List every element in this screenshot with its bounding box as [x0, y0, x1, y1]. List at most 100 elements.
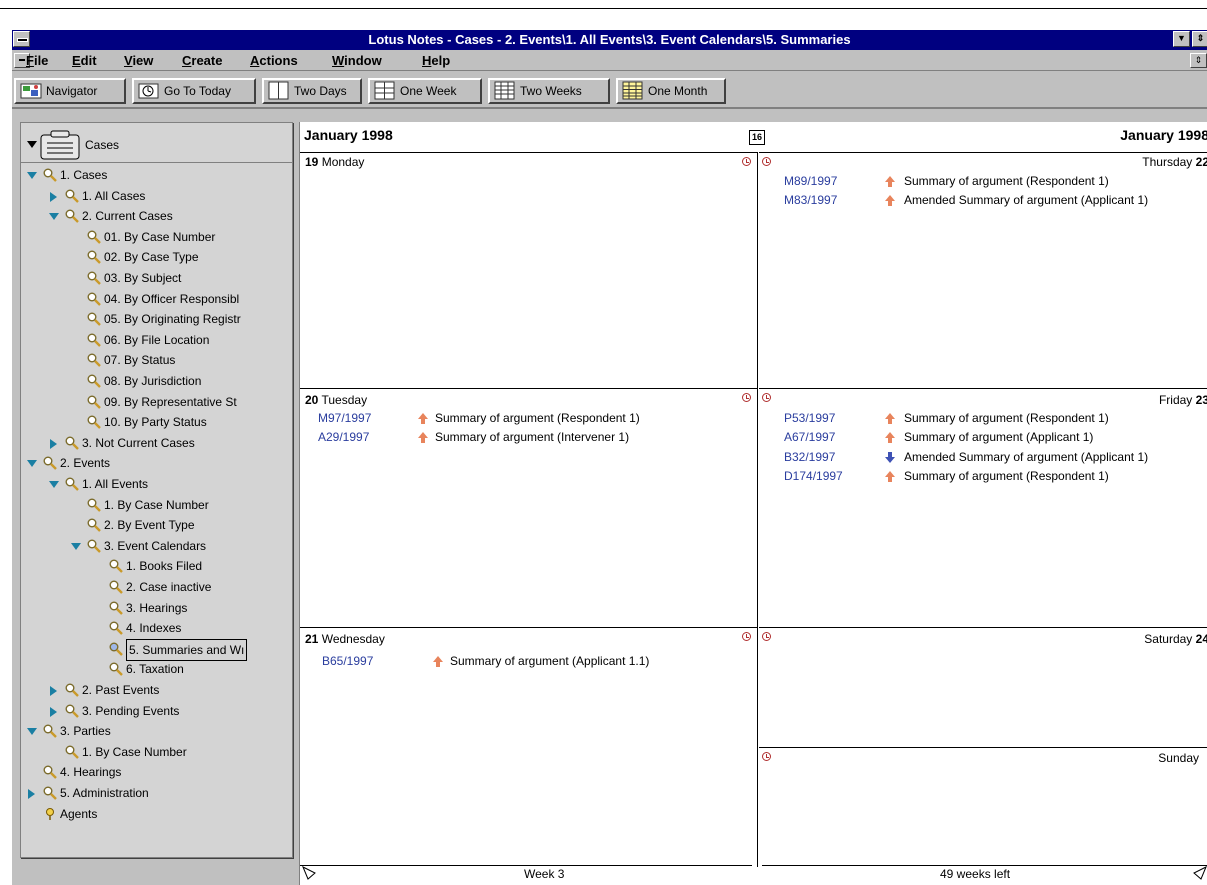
twistie-right-icon[interactable]: [49, 686, 59, 696]
event-description[interactable]: Summary of argument (Respondent 1): [435, 411, 640, 425]
document-restore-button[interactable]: ⇕: [1190, 53, 1207, 68]
clock-icon[interactable]: [742, 393, 751, 402]
twistie-down-icon[interactable]: [71, 542, 81, 552]
event-case-link[interactable]: D174/1997: [784, 469, 843, 483]
nav-item[interactable]: 5. Summaries and Wı: [21, 638, 292, 661]
menu-window[interactable]: Window: [332, 53, 382, 68]
nav-item[interactable]: 2. Case inactive: [21, 577, 292, 597]
nav-item[interactable]: 6. Taxation: [21, 659, 292, 679]
twistie-down-icon[interactable]: [27, 727, 37, 737]
event-case-link[interactable]: P53/1997: [784, 411, 835, 425]
arrow-up-icon: [418, 413, 428, 424]
twistie-down-icon[interactable]: [27, 459, 37, 469]
two-weeks-button[interactable]: Two Weeks: [488, 78, 610, 104]
nav-item[interactable]: 3. Event Calendars: [21, 536, 292, 556]
event-case-link[interactable]: A29/1997: [318, 430, 369, 444]
nav-item[interactable]: 04. By Officer Responsibl: [21, 289, 292, 309]
nav-item[interactable]: 09. By Representative St: [21, 392, 292, 412]
event-description[interactable]: Summary of argument (Applicant 1): [904, 430, 1093, 444]
nav-item[interactable]: 06. By File Location: [21, 330, 292, 350]
menu-edit[interactable]: Edit: [72, 53, 97, 68]
nav-item[interactable]: 4. Hearings: [21, 762, 292, 782]
one-week-button[interactable]: One Week: [368, 78, 482, 104]
go-to-today-button[interactable]: Go To Today: [132, 78, 256, 104]
twistie-right-icon[interactable]: [49, 706, 59, 717]
menu-file[interactable]: File: [26, 53, 48, 68]
twistie-right-icon[interactable]: [27, 789, 37, 799]
event-description[interactable]: Summary of argument (Respondent 1): [904, 469, 1109, 483]
nav-item[interactable]: 3. Pending Events: [21, 701, 292, 721]
event-case-link[interactable]: B65/1997: [322, 654, 373, 668]
menu-help[interactable]: Help: [422, 53, 450, 68]
event-description[interactable]: Amended Summary of argument (Applicant 1…: [904, 450, 1148, 464]
menu-label: dit: [80, 53, 97, 68]
nav-item[interactable]: 3. Hearings: [21, 598, 292, 618]
twistie-down-icon[interactable]: [27, 141, 37, 149]
two-days-button[interactable]: Two Days: [262, 78, 362, 104]
event-case-link[interactable]: B32/1997: [784, 450, 835, 464]
event-case-link[interactable]: M83/1997: [784, 193, 837, 207]
event-case-link[interactable]: M97/1997: [318, 411, 371, 425]
twistie-down-icon[interactable]: [49, 480, 59, 490]
nav-item[interactable]: 05. By Originating Registr: [21, 309, 292, 329]
twistie-right-icon[interactable]: [49, 438, 59, 449]
nav-item[interactable]: 4. Indexes: [21, 618, 292, 638]
event-description[interactable]: Summary of argument (Intervener 1): [435, 430, 629, 444]
navigator-button[interactable]: Navigator: [14, 78, 126, 104]
nav-item[interactable]: 01. By Case Number: [21, 227, 292, 247]
nav-item[interactable]: 3. Not Current Cases: [21, 433, 292, 453]
clock-icon[interactable]: [762, 157, 771, 166]
nav-item[interactable]: 2. Current Cases: [21, 206, 292, 226]
next-page-corner-icon[interactable]: [1193, 866, 1207, 880]
event-case-link[interactable]: M89/1997: [784, 174, 837, 188]
nav-item[interactable]: 02. By Case Type: [21, 247, 292, 267]
day-tuesday[interactable]: 20 Tuesday: [305, 393, 367, 407]
menu-actions[interactable]: Actions: [250, 53, 298, 68]
event-description[interactable]: Amended Summary of argument (Applicant 1…: [904, 193, 1148, 207]
nav-item[interactable]: 03. By Subject: [21, 268, 292, 288]
twistie-down-icon[interactable]: [49, 212, 59, 222]
clock-icon[interactable]: [762, 752, 771, 761]
nav-item[interactable]: 07. By Status: [21, 350, 292, 370]
calendar-date-icon[interactable]: 16: [749, 130, 765, 145]
nav-item[interactable]: 1. By Case Number: [21, 742, 292, 762]
one-month-button[interactable]: One Month: [616, 78, 726, 104]
event-description[interactable]: Summary of argument (Respondent 1): [904, 174, 1109, 188]
nav-item[interactable]: 2. By Event Type: [21, 515, 292, 535]
nav-item[interactable]: 1. All Events: [21, 474, 292, 494]
nav-item[interactable]: 1. Cases: [21, 165, 292, 185]
day-saturday[interactable]: Saturday 24: [1144, 632, 1207, 646]
navigator-root[interactable]: Cases: [21, 123, 292, 163]
minimize-button[interactable]: ▼: [1173, 31, 1190, 47]
title-bar[interactable]: Lotus Notes - Cases - 2. Events\1. All E…: [12, 30, 1207, 50]
day-wednesday[interactable]: 21 Wednesday: [305, 632, 385, 646]
clock-icon[interactable]: [742, 157, 751, 166]
nav-item[interactable]: 2. Past Events: [21, 680, 292, 700]
nav-item[interactable]: 08. By Jurisdiction: [21, 371, 292, 391]
nav-item[interactable]: Agents: [21, 804, 292, 824]
nav-item[interactable]: 3. Parties: [21, 721, 292, 741]
nav-item[interactable]: 1. All Cases: [21, 186, 292, 206]
day-sunday[interactable]: Sunday: [1158, 751, 1199, 765]
clock-icon[interactable]: [762, 632, 771, 641]
clock-icon[interactable]: [762, 393, 771, 402]
nav-item[interactable]: 1. By Case Number: [21, 495, 292, 515]
event-description[interactable]: Summary of argument (Respondent 1): [904, 411, 1109, 425]
menu-view[interactable]: View: [124, 53, 153, 68]
nav-item[interactable]: 10. By Party Status: [21, 412, 292, 432]
twistie-right-icon[interactable]: [49, 191, 59, 202]
nav-item[interactable]: 2. Events: [21, 453, 292, 473]
menu-create[interactable]: Create: [182, 53, 222, 68]
previous-page-corner-icon[interactable]: [302, 866, 316, 880]
twistie-down-icon[interactable]: [27, 171, 37, 181]
thu-top-rule: [759, 152, 1207, 153]
day-friday[interactable]: Friday 23: [1159, 393, 1207, 407]
restore-button[interactable]: ⇕: [1192, 31, 1207, 47]
day-thursday[interactable]: Thursday 22: [1142, 155, 1207, 169]
event-description[interactable]: Summary of argument (Applicant 1.1): [450, 654, 649, 668]
clock-icon[interactable]: [742, 632, 751, 641]
nav-item[interactable]: 1. Books Filed: [21, 556, 292, 576]
day-monday[interactable]: 19 Monday: [305, 155, 364, 169]
event-case-link[interactable]: A67/1997: [784, 430, 835, 444]
nav-item[interactable]: 5. Administration: [21, 783, 292, 803]
